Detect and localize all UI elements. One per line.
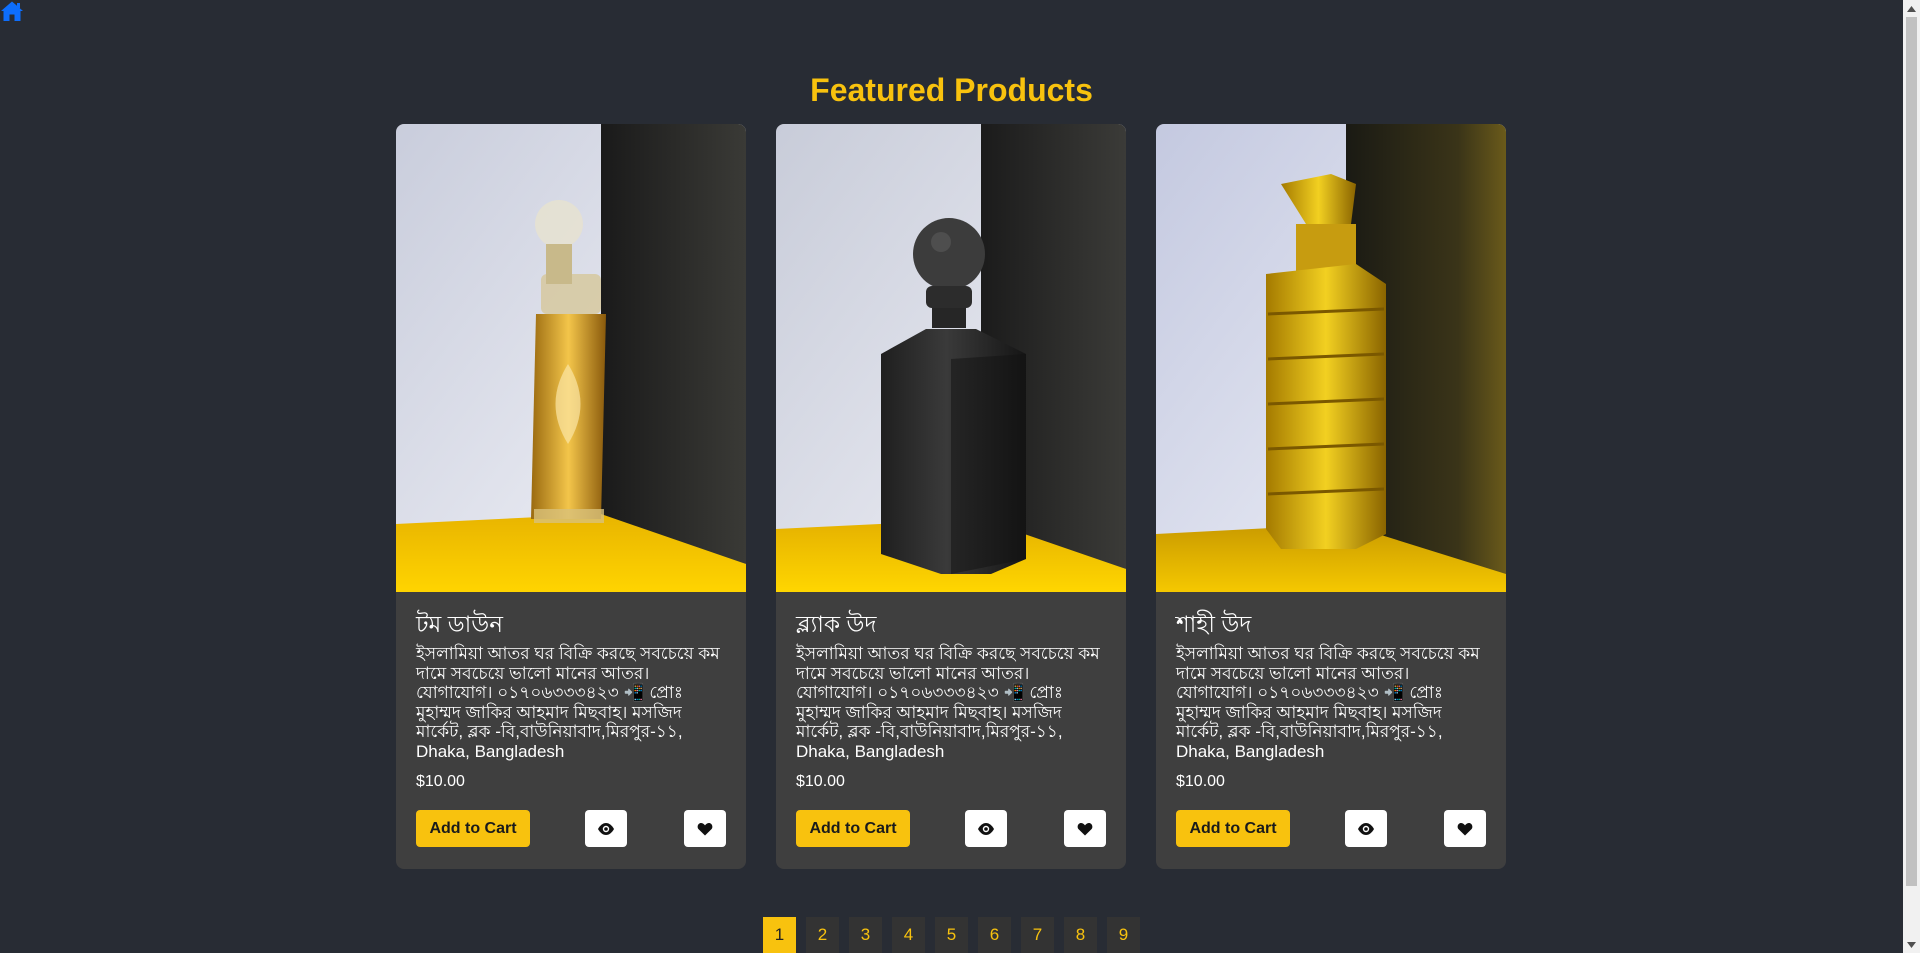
quick-view-button[interactable] bbox=[965, 810, 1007, 847]
scroll-down-arrow-icon[interactable] bbox=[1903, 936, 1920, 953]
product-card: টম ডাউন ইসলামিয়া আতর ঘর বিক্রি করছে সবচ… bbox=[396, 124, 746, 869]
page-button-7[interactable]: 7 bbox=[1021, 917, 1054, 953]
product-price: $10.00 bbox=[1176, 773, 1225, 790]
add-to-cart-button[interactable]: Add to Cart bbox=[416, 810, 530, 847]
page-button-5[interactable]: 5 bbox=[935, 917, 968, 953]
product-price: $10.00 bbox=[416, 773, 465, 790]
heart-icon bbox=[1457, 822, 1473, 835]
page-button-3[interactable]: 3 bbox=[849, 917, 882, 953]
product-card: শাহী উদ ইসলামিয়া আতর ঘর বিক্রি করছে সবচ… bbox=[1156, 124, 1506, 869]
home-link[interactable] bbox=[0, 0, 24, 22]
favorite-button[interactable] bbox=[1444, 810, 1486, 847]
page-title: Featured Products bbox=[810, 72, 1093, 108]
page-button-8[interactable]: 8 bbox=[1064, 917, 1097, 953]
scrollbar-thumb[interactable] bbox=[1906, 17, 1917, 886]
product-name: শাহী উদ bbox=[1176, 611, 1252, 637]
page-button-2[interactable]: 2 bbox=[806, 917, 839, 953]
page-button-4[interactable]: 4 bbox=[892, 917, 925, 953]
eye-icon bbox=[1358, 822, 1374, 835]
product-name: টম ডাউন bbox=[416, 611, 503, 637]
page-button-1[interactable]: 1 bbox=[763, 917, 796, 953]
page-button-6[interactable]: 6 bbox=[978, 917, 1011, 953]
quick-view-button[interactable] bbox=[585, 810, 627, 847]
product-description: ইসলামিয়া আতর ঘর বিক্রি করছে সবচেয়ে কম … bbox=[1176, 644, 1480, 761]
product-grid: টম ডাউন ইসলামিয়া আতর ঘর বিক্রি করছে সবচ… bbox=[396, 124, 1508, 870]
scroll-up-arrow-icon[interactable] bbox=[1903, 0, 1920, 17]
eye-icon bbox=[598, 822, 614, 835]
main-content: Featured Products টম ডাউন ইসলামিয়া আতর … bbox=[0, 0, 1903, 953]
vertical-scrollbar[interactable] bbox=[1903, 0, 1920, 953]
pagination: 1 2 3 4 5 6 7 8 9 bbox=[763, 917, 1150, 953]
product-card: ব্ল্যাক উদ ইসলামিয়া আতর ঘর বিক্রি করছে … bbox=[776, 124, 1126, 869]
product-price: $10.00 bbox=[796, 773, 845, 790]
product-name: ব্ল্যাক উদ bbox=[796, 611, 877, 637]
favorite-button[interactable] bbox=[1064, 810, 1106, 847]
product-image[interactable] bbox=[776, 124, 1126, 592]
page-button-9[interactable]: 9 bbox=[1107, 917, 1140, 953]
product-description: ইসলামিয়া আতর ঘর বিক্রি করছে সবচেয়ে কম … bbox=[796, 644, 1100, 761]
add-to-cart-button[interactable]: Add to Cart bbox=[1176, 810, 1290, 847]
heart-icon bbox=[1077, 822, 1093, 835]
quick-view-button[interactable] bbox=[1345, 810, 1387, 847]
favorite-button[interactable] bbox=[684, 810, 726, 847]
eye-icon bbox=[978, 822, 994, 835]
add-to-cart-button[interactable]: Add to Cart bbox=[796, 810, 910, 847]
product-image[interactable] bbox=[1156, 124, 1506, 592]
product-description: ইসলামিয়া আতর ঘর বিক্রি করছে সবচেয়ে কম … bbox=[416, 644, 720, 761]
product-image[interactable] bbox=[396, 124, 746, 592]
heart-icon bbox=[697, 822, 713, 835]
home-icon bbox=[1, 1, 23, 21]
